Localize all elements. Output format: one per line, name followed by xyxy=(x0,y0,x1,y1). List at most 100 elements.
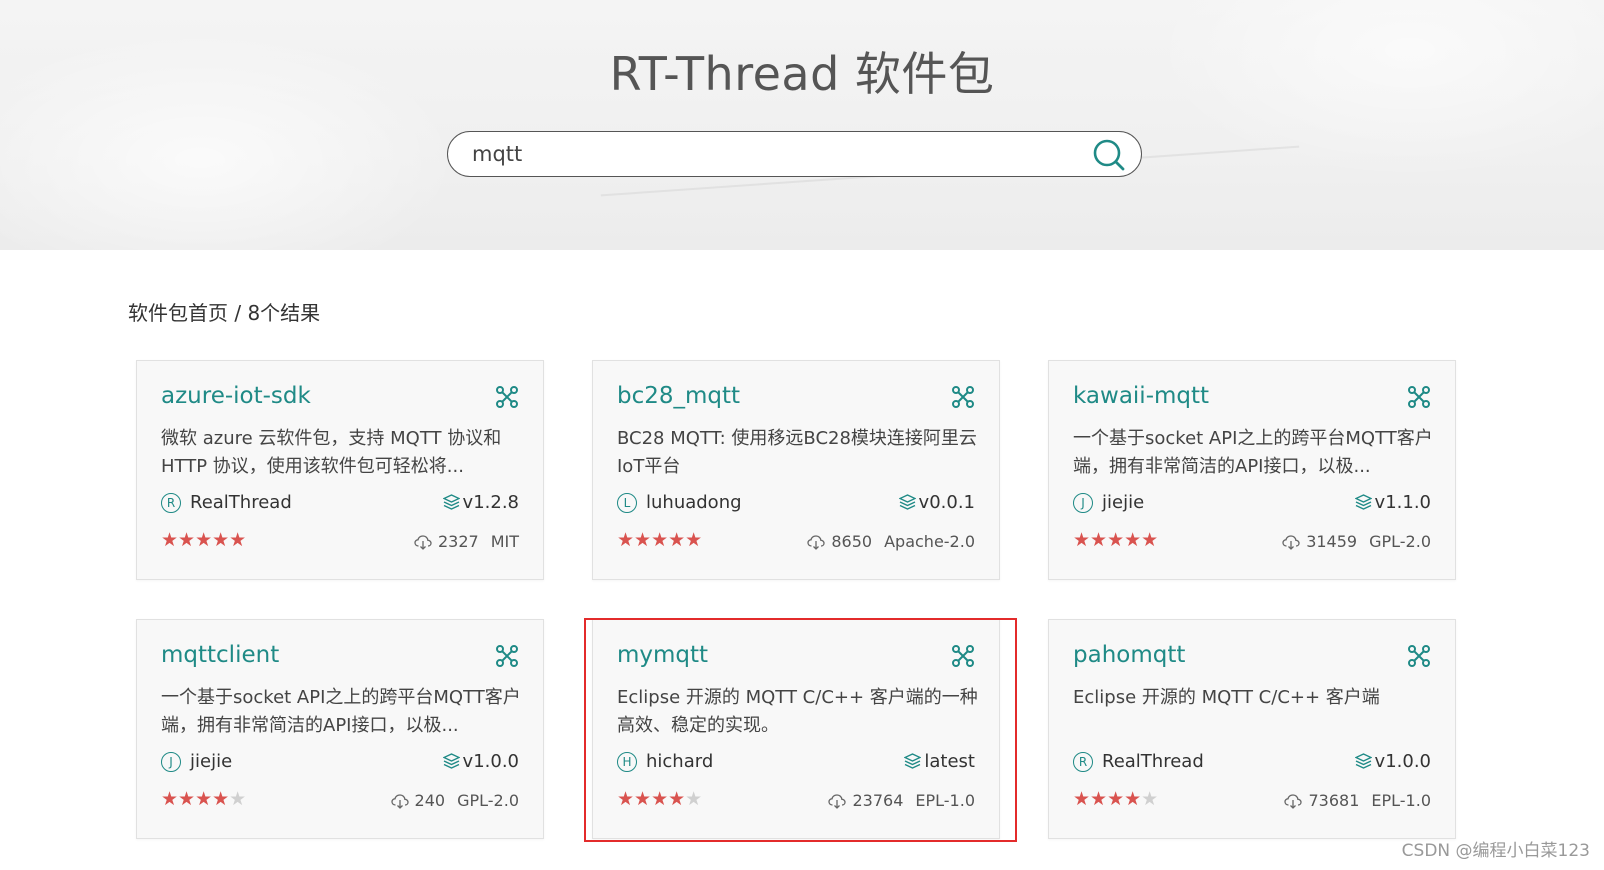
stars-filled: ★★★★ xyxy=(617,788,686,810)
author-initial-icon: H xyxy=(617,751,637,772)
layers-icon xyxy=(442,753,460,769)
search-button[interactable] xyxy=(1091,137,1127,173)
package-author[interactable]: J jiejie xyxy=(1073,492,1144,513)
version-value: v1.0.0 xyxy=(462,751,519,772)
version-value: v1.0.0 xyxy=(1374,751,1431,772)
package-description: BC28 MQTT: 使用移远BC28模块连接阿里云IoT平台 xyxy=(617,428,977,477)
author-initial-icon: R xyxy=(1073,751,1093,772)
package-card[interactable]: mymqtt Eclipse 开源的 MQTT C/C++ 客户端的一种高效、稳… xyxy=(592,619,1000,839)
author-initial-icon: R xyxy=(161,492,181,513)
package-version: v1.1.0 xyxy=(1354,492,1431,513)
stars-empty: ★ xyxy=(1141,788,1159,810)
download-cloud-icon xyxy=(1282,534,1300,550)
link-icon[interactable] xyxy=(1407,644,1431,668)
stars-filled: ★★★★★ xyxy=(1073,529,1159,551)
author-name: jiejie xyxy=(1102,492,1145,513)
author-name: RealThread xyxy=(190,492,292,513)
package-author[interactable]: L luhuadong xyxy=(617,492,742,513)
package-description: Eclipse 开源的 MQTT C/C++ 客户端 xyxy=(1073,687,1380,708)
package-description: Eclipse 开源的 MQTT C/C++ 客户端的一种高效、稳定的实现。 xyxy=(617,687,978,736)
layers-icon xyxy=(898,494,916,510)
license: MIT xyxy=(490,532,519,551)
link-icon[interactable] xyxy=(951,644,975,668)
author-name: luhuadong xyxy=(646,492,742,513)
license: GPL-2.0 xyxy=(457,791,519,810)
version-value: latest xyxy=(924,751,975,772)
download-cloud-icon xyxy=(414,534,432,550)
package-author[interactable]: R RealThread xyxy=(161,492,292,513)
link-icon[interactable] xyxy=(495,385,519,409)
package-version: latest xyxy=(904,751,975,772)
stars-filled: ★★★★★ xyxy=(617,529,703,551)
download-cloud-icon xyxy=(828,793,847,809)
download-cloud-icon xyxy=(1284,793,1303,809)
author-initial-icon: L xyxy=(617,492,637,513)
package-author[interactable]: R RealThread xyxy=(1073,751,1204,772)
package-card[interactable]: pahomqtt Eclipse 开源的 MQTT C/C++ 客户端 R Re… xyxy=(1048,619,1456,839)
stars-filled: ★★★★ xyxy=(161,788,230,810)
breadcrumb: 软件包首页 / 8个结果 xyxy=(128,297,320,326)
download-cloud-icon xyxy=(807,534,826,550)
link-icon[interactable] xyxy=(495,644,519,668)
rating-stars: ★★★★★ xyxy=(617,529,702,551)
package-description: 一个基于socket API之上的跨平台MQTT客户端，拥有非常简洁的API接口… xyxy=(1073,428,1433,477)
package-version: v1.2.8 xyxy=(442,492,519,513)
layers-icon xyxy=(1354,753,1372,769)
rating-stars: ★★★★★ xyxy=(1073,529,1158,551)
license: GPL-2.0 xyxy=(1369,532,1431,551)
package-version: v0.0.1 xyxy=(898,492,975,513)
package-author[interactable]: J jiejie xyxy=(161,751,232,772)
layers-icon xyxy=(442,494,460,510)
link-icon[interactable] xyxy=(1407,385,1431,409)
package-version: v1.0.0 xyxy=(1354,751,1431,772)
package-card[interactable]: azure-iot-sdk 微软 azure 云软件包，支持 MQTT 协议和 … xyxy=(136,360,544,580)
breadcrumb-home-link[interactable]: 软件包首页 xyxy=(128,297,228,326)
version-value: v0.0.1 xyxy=(918,492,975,513)
rating-stars: ★★★★★ xyxy=(1073,788,1158,810)
package-meta: 31459 GPL-2.0 xyxy=(1282,532,1431,551)
author-name: RealThread xyxy=(1102,751,1204,772)
result-count: 8个结果 xyxy=(247,301,321,325)
stars-filled: ★★★★ xyxy=(1073,788,1142,810)
breadcrumb-separator: / xyxy=(228,301,248,325)
author-initial-icon: J xyxy=(161,751,181,772)
version-value: v1.1.0 xyxy=(1374,492,1431,513)
package-name[interactable]: mqttclient xyxy=(161,642,279,668)
version-value: v1.2.8 xyxy=(462,492,519,513)
download-cloud-icon xyxy=(390,793,409,809)
watermark: CSDN @编程小白菜123 xyxy=(1401,841,1590,861)
search-input[interactable] xyxy=(472,140,1062,168)
search-icon xyxy=(1093,139,1125,171)
stars-empty: ★ xyxy=(229,788,247,810)
package-name[interactable]: bc28_mqtt xyxy=(617,383,740,409)
package-description: 微软 azure 云软件包，支持 MQTT 协议和 HTTP 协议，使用该软件包… xyxy=(161,428,502,477)
page-title: RT-Thread 软件包 xyxy=(609,47,995,101)
download-count: 2327 xyxy=(437,532,479,551)
link-icon[interactable] xyxy=(951,385,975,409)
package-card[interactable]: kawaii-mqtt 一个基于socket API之上的跨平台MQTT客户端，… xyxy=(1048,360,1456,580)
package-name[interactable]: pahomqtt xyxy=(1073,642,1185,668)
package-version: v1.0.0 xyxy=(442,751,519,772)
hero-banner: RT-Thread 软件包 xyxy=(0,0,1604,250)
package-author[interactable]: H hichard xyxy=(617,751,713,772)
package-meta: 8650 Apache-2.0 xyxy=(807,532,975,551)
layers-icon xyxy=(1354,494,1372,510)
package-name[interactable]: azure-iot-sdk xyxy=(161,383,311,409)
rating-stars: ★★★★★ xyxy=(161,529,246,551)
package-card[interactable]: mqttclient 一个基于socket API之上的跨平台MQTT客户端，拥… xyxy=(136,619,544,839)
license: EPL-1.0 xyxy=(1371,791,1431,810)
layers-icon xyxy=(904,753,922,769)
download-count: 23764 xyxy=(852,791,904,810)
stars-filled: ★★★★★ xyxy=(161,529,247,551)
package-meta: 2327 MIT xyxy=(414,532,519,551)
package-description: 一个基于socket API之上的跨平台MQTT客户端，拥有非常简洁的API接口… xyxy=(161,687,521,736)
license: Apache-2.0 xyxy=(884,532,975,551)
package-meta: 23764 EPL-1.0 xyxy=(828,791,975,810)
search-box xyxy=(447,131,1142,177)
stars-empty: ★ xyxy=(685,788,703,810)
download-count: 31459 xyxy=(1306,532,1358,551)
author-name: jiejie xyxy=(190,751,233,772)
package-name[interactable]: mymqtt xyxy=(617,642,708,668)
package-name[interactable]: kawaii-mqtt xyxy=(1073,383,1209,409)
package-card[interactable]: bc28_mqtt BC28 MQTT: 使用移远BC28模块连接阿里云IoT平… xyxy=(592,360,1000,580)
